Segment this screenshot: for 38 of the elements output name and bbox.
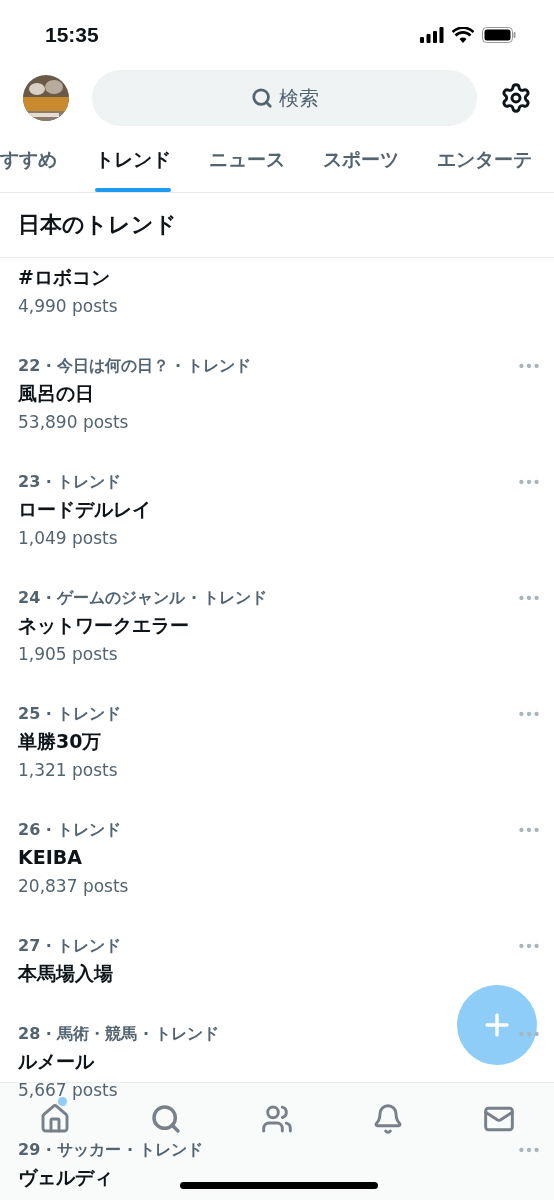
trend-title[interactable]: 本馬場入場	[18, 958, 113, 988]
battery-icon	[482, 27, 516, 43]
trend-category: 29 · サッカー · トレンド	[18, 1139, 203, 1161]
trend-category: 28 · 馬術・競馬 · トレンド	[18, 1023, 219, 1045]
avatar[interactable]	[23, 75, 69, 121]
post-count: 20,837 posts	[18, 875, 129, 898]
tab[interactable]: ニュース	[200, 126, 294, 192]
trend-title[interactable]: #ロボコン	[18, 262, 110, 292]
wifi-icon	[452, 27, 474, 43]
tab[interactable]: スポーツ	[314, 126, 408, 192]
section-title: 日本のトレンド	[0, 193, 554, 258]
post-count: 1,049 posts	[18, 527, 118, 550]
trend-title[interactable]: 単勝30万	[18, 726, 102, 756]
trend-category: 23 · トレンド	[18, 471, 122, 493]
trend-title[interactable]: KEIBA	[18, 842, 82, 872]
tab[interactable]: すすめ	[0, 126, 66, 192]
trend-title[interactable]: ヴェルディ	[18, 1162, 113, 1192]
tab[interactable]: トレンド	[86, 126, 180, 192]
search-icon	[250, 87, 273, 109]
clock: 15:35	[45, 23, 99, 47]
trend-title[interactable]: ネットワークエラー	[18, 610, 189, 640]
post-count: 1,321 posts	[18, 759, 118, 782]
post-count: 5,667 posts	[18, 1079, 118, 1102]
trend-category: 24 · ゲームのジャンル · トレンド	[18, 587, 267, 609]
trend-category: 27 · トレンド	[18, 935, 122, 957]
signal-icon	[420, 27, 444, 43]
trend-title[interactable]: ロードデルレイ	[18, 494, 151, 524]
trend-title[interactable]: ルメール	[18, 1046, 94, 1076]
search-field[interactable]: 検索	[92, 70, 477, 126]
trend-category: 25 · トレンド	[18, 703, 122, 725]
settings-icon[interactable]	[500, 82, 532, 114]
post-count: 4,990 posts	[18, 295, 118, 318]
trend-category: 26 · トレンド	[18, 819, 122, 841]
tab[interactable]: エンターテ	[428, 126, 541, 192]
trend-title[interactable]: 風呂の日	[18, 378, 94, 408]
post-count: 1,905 posts	[18, 643, 118, 666]
trend-category: 22 · 今日は何の日？ · トレンド	[18, 355, 251, 377]
post-count: 53,890 posts	[18, 411, 129, 434]
